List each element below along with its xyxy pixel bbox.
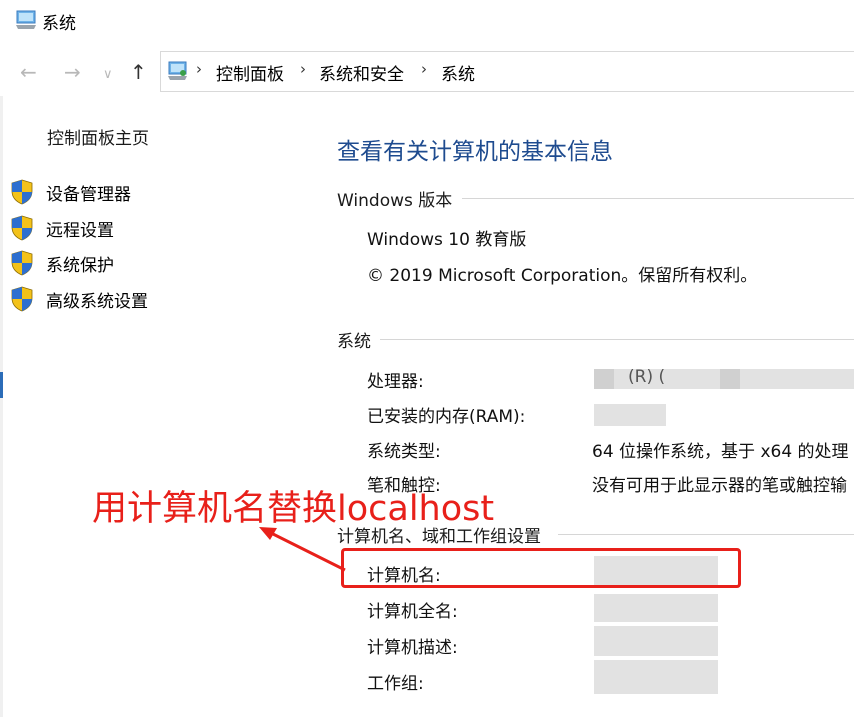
sidebar-item-label: 远程设置 [46, 221, 114, 241]
breadcrumb-separator: › [196, 60, 202, 78]
processor-value: (R) ( [628, 367, 666, 387]
breadcrumb-separator: › [300, 60, 306, 78]
breadcrumb-system[interactable]: 系统 [441, 60, 475, 85]
breadcrumb-system-security[interactable]: 系统和安全 [319, 60, 404, 85]
redacted-value [594, 626, 718, 656]
redacted-value [594, 660, 718, 694]
arrow-icon [259, 527, 346, 572]
redacted-value [594, 404, 666, 426]
section-heading-system: 系统 [337, 332, 371, 352]
redacted-value [594, 594, 718, 622]
pen-touch-value: 没有可用于此显示器的笔或触控输 [592, 476, 847, 496]
redacted-value [720, 369, 740, 389]
sidebar-item-label: 高级系统设置 [46, 292, 148, 312]
breadcrumb-separator: › [421, 60, 427, 78]
shield-icon [11, 286, 33, 312]
sidebar-home-link[interactable]: 控制面板主页 [47, 124, 149, 149]
chevron-down-icon[interactable]: ∨ [103, 64, 113, 86]
forward-arrow-icon[interactable]: → [64, 61, 81, 83]
sidebar-item-label: 系统保护 [46, 256, 114, 276]
windows-edition: Windows 10 教育版 [367, 230, 527, 250]
left-edge [0, 96, 3, 717]
computer-icon [16, 10, 36, 29]
shield-icon [11, 250, 33, 276]
redacted-value [594, 369, 614, 389]
sidebar-item-label: 设备管理器 [46, 185, 131, 205]
highlight-box [341, 548, 741, 588]
processor-label: 处理器: [367, 372, 424, 392]
section-divider [380, 339, 854, 340]
page-title: 查看有关计算机的基本信息 [337, 139, 613, 165]
system-type-value: 64 位操作系统，基于 x64 的处理 [592, 442, 849, 462]
section-heading-windows: Windows 版本 [337, 191, 453, 211]
ram-label: 已安装的内存(RAM): [367, 407, 526, 427]
up-arrow-icon[interactable]: ↑ [130, 61, 147, 83]
left-edge-marker [0, 372, 3, 398]
shield-icon [11, 179, 33, 205]
section-divider [462, 198, 854, 199]
shield-icon [11, 215, 33, 241]
title-bar: 系统 [0, 0, 854, 42]
copyright-text: © 2019 Microsoft Corporation。保留所有权利。 [367, 266, 758, 286]
computer-description-label: 计算机描述: [367, 638, 458, 658]
system-type-label: 系统类型: [367, 442, 441, 462]
section-divider [558, 534, 854, 535]
control-panel-icon [168, 61, 187, 80]
workgroup-label: 工作组: [367, 674, 424, 694]
breadcrumb-control-panel[interactable]: 控制面板 [216, 60, 284, 85]
back-arrow-icon[interactable]: ← [20, 61, 37, 83]
computer-fullname-label: 计算机全名: [367, 602, 458, 622]
window-title: 系统 [42, 14, 76, 34]
